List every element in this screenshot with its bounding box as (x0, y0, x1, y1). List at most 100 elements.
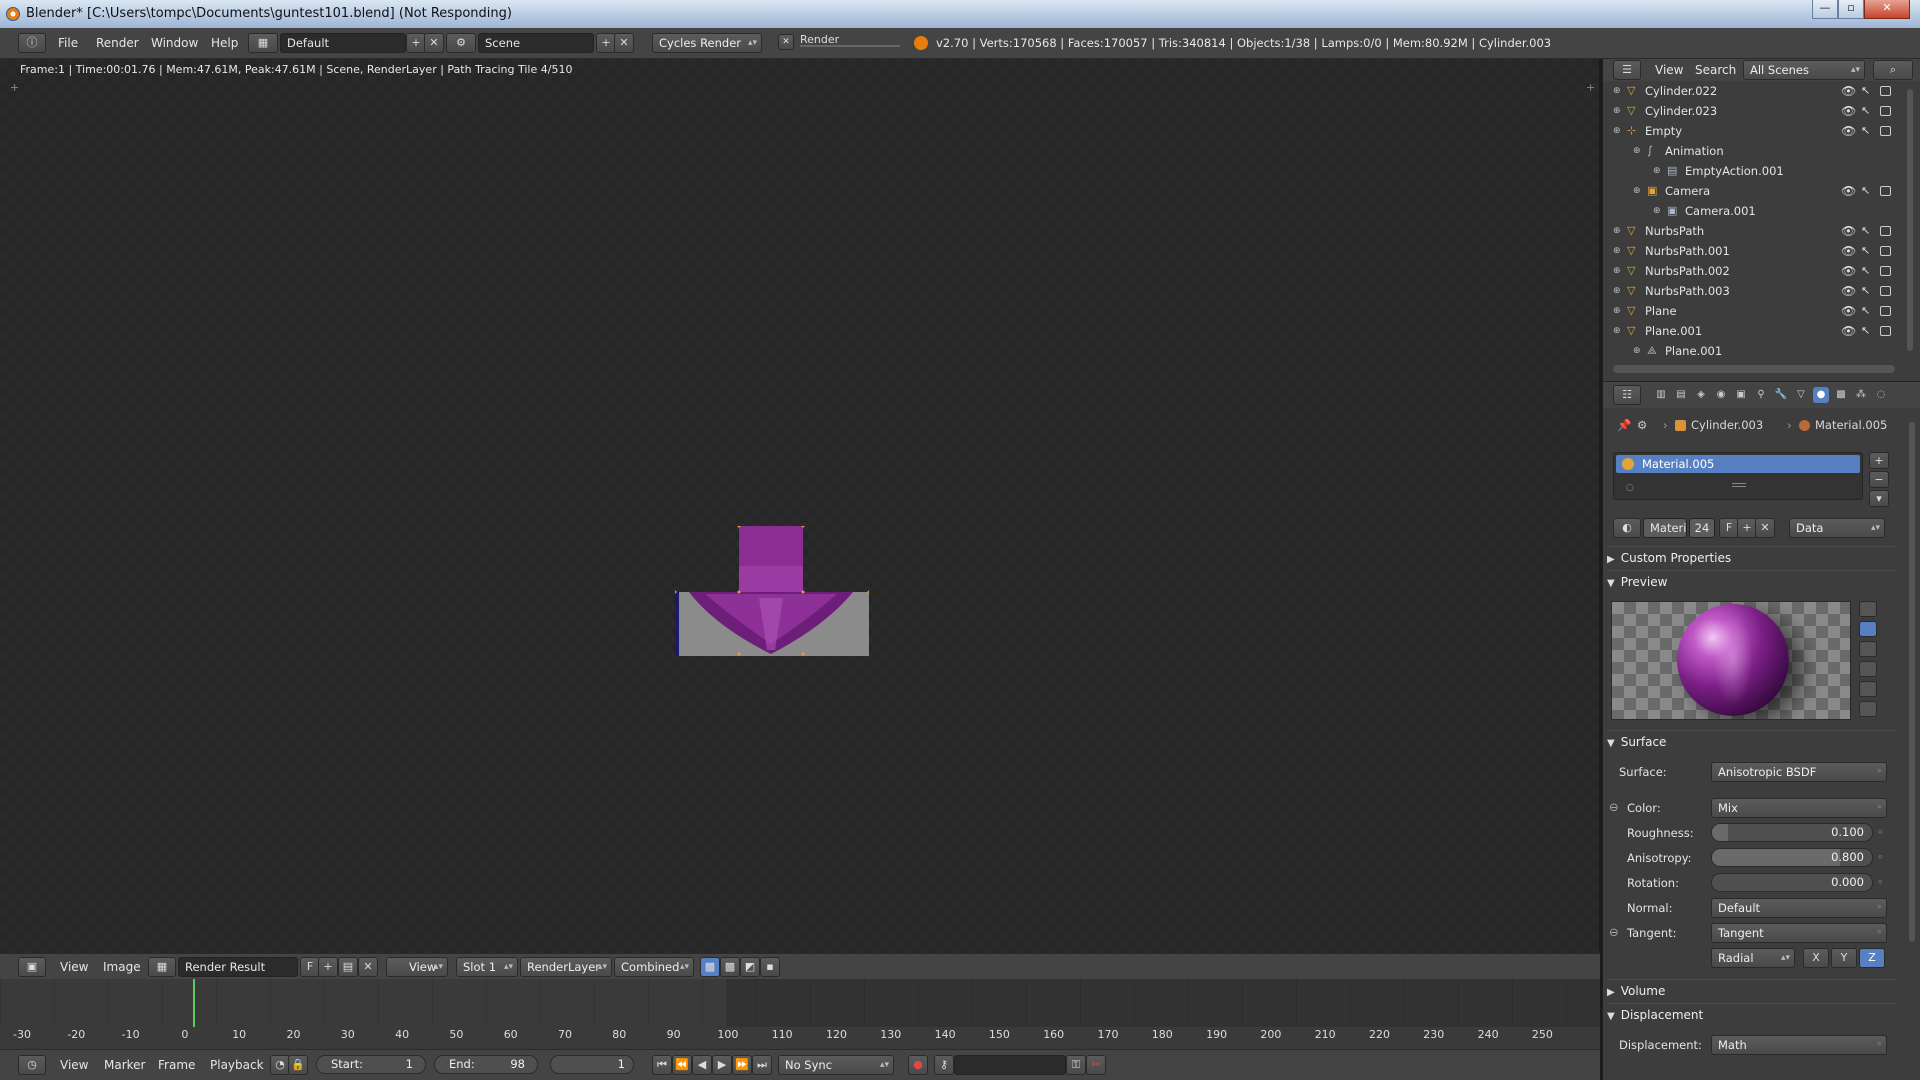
preview-range-icon[interactable]: ◔ (270, 1055, 290, 1075)
add-material-slot-icon[interactable]: + (1869, 452, 1889, 469)
selectable-arrow-icon[interactable]: ↖ (1861, 101, 1870, 121)
timeline-editor[interactable]: -30 -20 -10 0 10 20 30 40 50 60 70 80 90 100 110 120 130… (0, 979, 1600, 1049)
tab-material-icon[interactable]: ● (1813, 387, 1829, 403)
unlink-material-icon[interactable]: ✕ (1755, 518, 1775, 538)
visibility-eye-icon[interactable]: 👁 (1841, 101, 1856, 121)
outliner-row[interactable]: ⊕ ▽ Cylinder.022 👁 ↖ (1603, 81, 1903, 101)
timeline-menu-frame[interactable]: Frame (158, 1058, 195, 1072)
roughness-socket-icon[interactable]: ◦ (1877, 825, 1884, 839)
selectable-arrow-icon[interactable]: ↖ (1861, 181, 1870, 201)
renderable-camera-icon[interactable] (1880, 286, 1891, 296)
timeline-playhead[interactable] (193, 979, 195, 1027)
renderable-camera-icon[interactable] (1880, 186, 1891, 196)
outliner-row[interactable]: ⊕ ⊹ Empty 👁 ↖ (1603, 121, 1903, 141)
renderable-camera-icon[interactable] (1880, 226, 1891, 236)
pin-icon[interactable]: 📌 (1617, 418, 1631, 432)
play-reverse-icon[interactable]: ◀ (692, 1055, 712, 1075)
renderable-camera-icon[interactable] (1880, 106, 1891, 116)
menu-help[interactable]: Help (211, 36, 238, 50)
color-input-dropdown[interactable]: Mix ◦ (1711, 798, 1887, 818)
outliner-row[interactable]: ⊕ ▽ NurbsPath.001 👁 ↖ (1603, 241, 1903, 261)
renderable-camera-icon[interactable] (1880, 246, 1891, 256)
visibility-eye-icon[interactable]: 👁 (1841, 121, 1856, 141)
visibility-eye-icon[interactable]: 👁 (1841, 241, 1856, 261)
remove-material-slot-icon[interactable]: − (1869, 471, 1889, 488)
material-fake-user[interactable]: F (1719, 518, 1739, 538)
outliner-row[interactable]: ⊕ ▣ Camera.001 (1603, 201, 1903, 221)
tab-data-icon[interactable]: ▽ (1793, 387, 1809, 403)
tab-render-layers-icon[interactable]: ▤ (1673, 387, 1689, 403)
expand-toggle-icon[interactable]: ⊕ (1613, 321, 1621, 341)
editor-type-outliner-icon[interactable]: ☰ (1613, 60, 1641, 80)
anisotropy-slider[interactable]: 0.800 (1711, 848, 1873, 867)
tab-texture-icon[interactable]: ▩ (1833, 387, 1849, 403)
expand-toggle-icon[interactable]: ⊕ (1633, 181, 1641, 201)
outliner-scrollbar[interactable] (1907, 89, 1913, 351)
outliner-row[interactable]: ⊕ ▤ EmptyAction.001 (1603, 161, 1903, 181)
outliner-search-icon[interactable]: ⌕ (1873, 60, 1913, 80)
view-mode-dropdown[interactable]: View ▴▾ (386, 957, 448, 977)
scene-icon[interactable]: ⚙ (446, 33, 476, 53)
outliner-row[interactable]: ⊕ ▽ NurbsPath 👁 ↖ (1603, 221, 1903, 241)
editor-type-timeline-icon[interactable]: ◷ (18, 1055, 46, 1075)
expand-toggle-icon[interactable]: ⊕ (1613, 281, 1621, 301)
scene-field[interactable]: Scene (478, 33, 594, 53)
next-keyframe-icon[interactable]: ⏩ (732, 1055, 752, 1075)
material-link-dropdown[interactable]: Data ▴▾ (1789, 518, 1885, 538)
material-users-count[interactable]: 24 (1689, 518, 1715, 538)
tab-object-icon[interactable]: ▣ (1733, 387, 1749, 403)
selectable-arrow-icon[interactable]: ↖ (1861, 121, 1870, 141)
outliner-menu-view[interactable]: View (1655, 63, 1683, 77)
image-editor-canvas[interactable]: Frame:1 | Time:00:01.76 | Mem:47.61M, Pe… (0, 59, 1600, 953)
slot-dropdown[interactable]: Slot 1 ▴▾ (456, 957, 518, 977)
selectable-arrow-icon[interactable]: ↖ (1861, 301, 1870, 321)
expand-toggle-icon[interactable]: ⊕ (1613, 241, 1621, 261)
image-menu-image[interactable]: Image (103, 960, 141, 974)
lock-range-icon[interactable]: 🔒 (288, 1055, 308, 1075)
image-fake-user-button[interactable]: F (300, 957, 320, 977)
menu-file[interactable]: File (58, 36, 78, 50)
outliner-row[interactable]: ⊕ ▽ Cylinder.023 👁 ↖ (1603, 101, 1903, 121)
draw-color-icon[interactable]: ▪ (760, 957, 780, 977)
selectable-arrow-icon[interactable]: ↖ (1861, 261, 1870, 281)
timeline-menu-view[interactable]: View (60, 1058, 88, 1072)
keying-set-field[interactable] (954, 1055, 1066, 1075)
roughness-slider[interactable]: 0.100 (1711, 823, 1873, 842)
tab-physics-icon[interactable]: ◌ (1873, 387, 1889, 403)
expand-toggle-icon[interactable]: ⊕ (1633, 141, 1641, 161)
rotation-socket-icon[interactable]: ◦ (1877, 875, 1884, 889)
material-slot-item[interactable]: Material.005 (1616, 455, 1860, 473)
outliner-display-mode[interactable]: All Scenes ▴▾ (1743, 60, 1865, 80)
minimize-button[interactable]: — (1812, 0, 1838, 19)
tab-scene-icon[interactable]: ◈ (1693, 387, 1709, 403)
insert-keyframe-icon[interactable]: ⚿ (1066, 1055, 1086, 1075)
record-icon[interactable]: ● (908, 1055, 928, 1075)
material-specials-icon[interactable]: ▾ (1869, 490, 1889, 507)
visibility-eye-icon[interactable]: 👁 (1841, 321, 1856, 341)
preview-world-icon[interactable] (1859, 701, 1877, 717)
visibility-eye-icon[interactable]: 👁 (1841, 281, 1856, 301)
tab-world-icon[interactable]: ◉ (1713, 387, 1729, 403)
tab-constraints-icon[interactable]: ⚲ (1753, 387, 1769, 403)
editor-type-image-icon[interactable]: ▣ (18, 957, 46, 977)
tab-particles-icon[interactable]: ⁂ (1853, 387, 1869, 403)
tangent-input-dropdown[interactable]: Tangent ◦ (1711, 923, 1887, 943)
renderable-camera-icon[interactable] (1880, 266, 1891, 276)
preview-sphere-icon[interactable] (1859, 621, 1877, 637)
play-icon[interactable]: ▶ (712, 1055, 732, 1075)
expand-toggle-icon[interactable]: ⊕ (1613, 301, 1621, 321)
render-engine-dropdown[interactable]: Cycles Render ▴▾ (652, 33, 762, 53)
expand-toggle-icon[interactable]: ⊕ (1613, 101, 1621, 121)
axis-x-button[interactable]: X (1803, 948, 1829, 968)
image-name-field[interactable]: Render Result (178, 957, 298, 977)
selectable-arrow-icon[interactable]: ↖ (1861, 81, 1870, 101)
render-layer-dropdown[interactable]: RenderLayer ▴▾ (520, 957, 612, 977)
color-expand-icon[interactable]: ⊖ (1609, 800, 1619, 814)
tangent-expand-icon[interactable]: ⊖ (1609, 925, 1619, 939)
renderable-camera-icon[interactable] (1880, 326, 1891, 336)
image-menu-view[interactable]: View (60, 960, 88, 974)
outliner-row[interactable]: ⊕ ∫ Animation (1603, 141, 1903, 161)
keying-set-icon[interactable]: ⚷ (934, 1055, 954, 1075)
sync-mode-dropdown[interactable]: No Sync ▴▾ (778, 1055, 894, 1075)
tangent-direction-dropdown[interactable]: Radial ▴▾ (1711, 948, 1795, 968)
